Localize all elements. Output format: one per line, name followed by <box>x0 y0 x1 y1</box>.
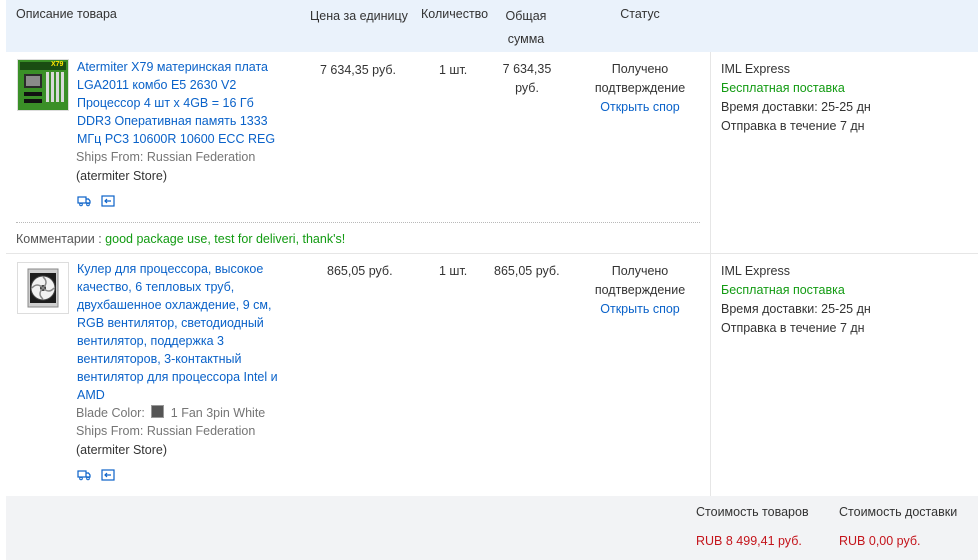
return-icon[interactable] <box>101 469 115 481</box>
open-dispute-link[interactable]: Открыть спор <box>580 300 700 319</box>
row-separator <box>6 253 978 254</box>
comment-row: Комментарии : good package use, test for… <box>16 230 345 248</box>
ships-from-value: Russian Federation <box>146 424 256 438</box>
cooler-image <box>18 263 68 313</box>
title-line: вентилятор для процессора Intel и <box>77 370 278 384</box>
blade-color-swatch-icon <box>151 405 165 418</box>
blade-color-label: Blade Color: <box>76 406 145 420</box>
title-line: RGB вентилятор, светодиодный <box>77 316 264 330</box>
comment-label: Комментарии : <box>16 232 102 246</box>
blade-color: Blade Color: 1 Fan 3pin White <box>76 404 265 422</box>
dispatch-time: Отправка в течение 7 дн <box>721 321 865 335</box>
header-unit-price: Цена за единицу <box>310 9 408 23</box>
shipping-cost-value: RUB 0,00 руб. <box>839 534 921 548</box>
order-summary-footer: Стоимость товаров RUB 8 499,41 руб. Стои… <box>6 496 978 560</box>
ships-from: Ships From: Russian Federation <box>76 422 255 440</box>
product-thumbnail-motherboard[interactable]: X79 <box>17 59 69 111</box>
thumb-badge: X79 <box>51 61 64 68</box>
title-line: Процессор 4 шт x 4GB = 16 Гб <box>77 96 254 110</box>
title-line: DDR3 Оперативная память 1333 <box>77 114 268 128</box>
status-line: Получено <box>611 62 669 76</box>
ships-from: Ships From: Russian Federation <box>76 148 255 166</box>
header-quantity: Количество <box>421 7 489 21</box>
carrier-name: IML Express <box>721 62 791 76</box>
unit-price: 865,05 руб. <box>327 264 393 278</box>
ships-from-label: Ships From: <box>76 424 144 438</box>
title-line: качество, 6 тепловых труб, <box>77 280 235 294</box>
shipping-info: IML Express Бесплатная поставка Время до… <box>721 262 871 338</box>
total-price: 7 634,35 руб. <box>487 60 567 98</box>
store-name: (atermiter Store) <box>76 169 167 183</box>
product-title-link-motherboard[interactable]: Atermiter X79 материнская плата LGA2011 … <box>77 58 275 148</box>
delivery-time: Время доставки: 25-25 дн <box>721 100 871 114</box>
header-description: Описание товара <box>16 7 117 21</box>
shipping-cost-label: Стоимость доставки <box>839 505 958 519</box>
shipping-info: IML Express Бесплатная поставка Время до… <box>721 60 871 136</box>
title-line: Кулер для процессора, высокое <box>77 262 264 276</box>
title-line: AMD <box>77 388 105 402</box>
truck-icon[interactable] <box>77 469 91 481</box>
free-shipping-label: Бесплатная поставка <box>721 81 845 95</box>
goods-cost-value: RUB 8 499,41 руб. <box>696 534 802 548</box>
open-dispute-link[interactable]: Открыть спор <box>580 98 700 117</box>
total-line: 7 634,35 <box>502 62 552 76</box>
carrier-name: IML Express <box>721 264 791 278</box>
status-line: подтверждение <box>594 283 686 297</box>
table-header: Описание товара Цена за единицу Количест… <box>6 0 978 52</box>
ships-from-value: Russian Federation <box>146 150 256 164</box>
ships-from-label: Ships From: <box>76 150 144 164</box>
unit-price: 7 634,35 руб. <box>320 63 396 77</box>
quantity: 1 шт. <box>439 63 468 77</box>
total-price: 865,05 руб. <box>494 264 560 278</box>
store-name: (atermiter Store) <box>76 443 167 457</box>
column-divider <box>710 52 711 496</box>
header-status: Статус <box>620 7 660 21</box>
quantity: 1 шт. <box>439 264 468 278</box>
truck-icon[interactable] <box>77 195 91 207</box>
status-line: подтверждение <box>594 81 686 95</box>
comment-divider <box>16 222 700 223</box>
total-line: руб. <box>515 81 539 95</box>
goods-cost-label: Стоимость товаров <box>696 505 809 519</box>
return-icon[interactable] <box>101 195 115 207</box>
comment-text: good package use, test for deliveri, tha… <box>105 232 346 246</box>
product-title-link-cooler[interactable]: Кулер для процессора, высокое качество, … <box>77 260 278 404</box>
title-line: Atermiter X79 материнская плата <box>77 60 268 74</box>
order-status: Получено подтверждение Открыть спор <box>580 60 700 117</box>
header-total-line1: Общая <box>505 9 547 23</box>
free-shipping-label: Бесплатная поставка <box>721 283 845 297</box>
title-line: LGA2011 комбо E5 2630 V2 <box>77 78 237 92</box>
header-total-line2: сумма <box>507 32 545 46</box>
order-status: Получено подтверждение Открыть спор <box>580 262 700 319</box>
title-line: МГц PC3 10600R 10600 ECC REG <box>77 132 276 146</box>
title-line: вентилятор, поддержка 3 <box>77 334 224 348</box>
blade-color-value: 1 Fan 3pin White <box>170 406 266 420</box>
product-thumbnail-cooler[interactable] <box>17 262 69 314</box>
delivery-time: Время доставки: 25-25 дн <box>721 302 871 316</box>
status-line: Получено <box>611 264 669 278</box>
dispatch-time: Отправка в течение 7 дн <box>721 119 865 133</box>
title-line: вентиляторов, 3-контактный <box>77 352 242 366</box>
title-line: двухбашенное охлаждение, 9 см, <box>77 298 272 312</box>
